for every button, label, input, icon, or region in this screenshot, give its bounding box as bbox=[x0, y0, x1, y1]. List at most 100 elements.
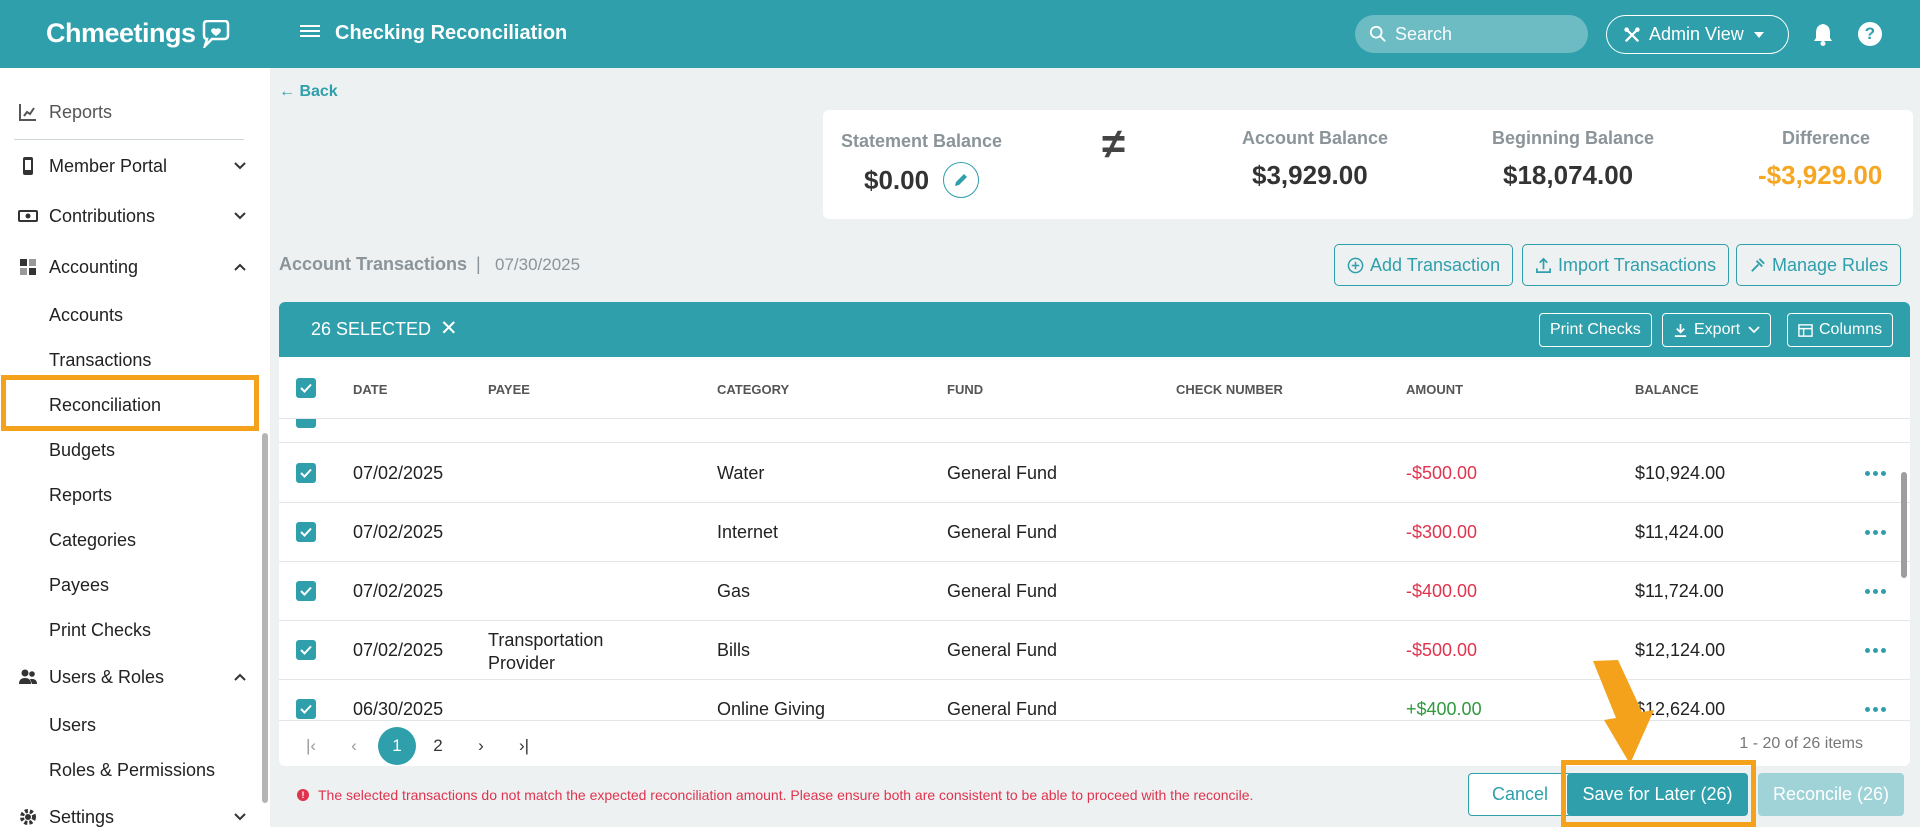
row-checkbox[interactable] bbox=[296, 522, 316, 542]
sidebar-item-print-checks[interactable]: Print Checks bbox=[0, 610, 260, 650]
logo-text: Chmeetings bbox=[46, 18, 196, 48]
table-row[interactable]: 07/02/2025 Gas General Fund -$400.00 $11… bbox=[279, 562, 1910, 621]
page-button-1[interactable]: 1 bbox=[378, 727, 416, 765]
cash-icon bbox=[18, 210, 38, 222]
clear-selection-icon[interactable]: ✕ bbox=[440, 316, 458, 341]
columns-button[interactable]: Columns bbox=[1787, 313, 1894, 347]
manage-rules-button[interactable]: Manage Rules bbox=[1736, 244, 1902, 286]
cell-balance: $11,424.00 bbox=[1635, 522, 1724, 542]
row-checkbox[interactable] bbox=[296, 581, 316, 601]
col-date[interactable]: DATE bbox=[353, 382, 387, 397]
row-checkbox[interactable] bbox=[296, 463, 316, 483]
last-page-icon[interactable]: ›| bbox=[505, 727, 543, 765]
table-scrollbar[interactable] bbox=[1901, 472, 1907, 578]
print-checks-button[interactable]: Print Checks bbox=[1539, 313, 1652, 347]
admin-view-dropdown[interactable]: Admin View bbox=[1606, 15, 1789, 54]
row-actions-icon[interactable] bbox=[1865, 530, 1887, 536]
row-actions-icon[interactable] bbox=[1865, 471, 1887, 477]
sidebar-item-reports[interactable]: Reports bbox=[0, 92, 260, 132]
sidebar-item-roles-permissions[interactable]: Roles & Permissions bbox=[0, 750, 260, 790]
cell-category: Gas bbox=[717, 581, 751, 601]
col-check-number[interactable]: CHECK NUMBER bbox=[1176, 382, 1283, 397]
col-payee[interactable]: PAYEE bbox=[488, 382, 530, 397]
sidebar-item-label: Reports bbox=[49, 101, 113, 122]
columns-icon bbox=[1798, 323, 1813, 337]
sidebar-item-member-portal[interactable]: Member Portal bbox=[0, 146, 260, 186]
search-input[interactable] bbox=[1395, 23, 1575, 45]
search-box[interactable] bbox=[1355, 15, 1588, 53]
cell-category: Internet bbox=[717, 522, 779, 542]
sidebar-item-transactions[interactable]: Transactions bbox=[0, 340, 260, 380]
add-transaction-button[interactable]: Add Transaction bbox=[1334, 244, 1514, 286]
row-checkbox[interactable] bbox=[296, 699, 316, 719]
selected-count: 26 SELECTED bbox=[311, 319, 432, 339]
account-balance-value: $3,929.00 bbox=[1252, 160, 1368, 190]
sidebar-item-payees[interactable]: Payees bbox=[0, 565, 260, 605]
cell-amount: -$500.00 bbox=[1406, 640, 1478, 660]
sidebar-item-accounting[interactable]: Accounting bbox=[0, 247, 260, 287]
reconcile-button[interactable]: Reconcile (26) bbox=[1758, 773, 1904, 816]
admin-view-label: Admin View bbox=[1649, 24, 1744, 44]
sidebar-item-users[interactable]: Users bbox=[0, 705, 260, 745]
prev-page-icon[interactable]: ‹ bbox=[335, 727, 373, 765]
col-balance[interactable]: BALANCE bbox=[1635, 382, 1699, 397]
sidebar-item-reports-sub[interactable]: Reports bbox=[0, 475, 260, 515]
speech-bubble-icon bbox=[202, 19, 229, 48]
page-range-info: 1 - 20 of 26 items bbox=[1739, 735, 1863, 752]
save-for-later-button[interactable]: Save for Later (26) bbox=[1567, 773, 1748, 816]
rules-icon bbox=[1751, 257, 1765, 272]
divider bbox=[14, 139, 244, 140]
sidebar-item-label: Contributions bbox=[49, 205, 156, 226]
check-icon bbox=[300, 468, 312, 478]
first-page-icon[interactable]: |‹ bbox=[292, 727, 330, 765]
select-all-checkbox[interactable] bbox=[296, 378, 316, 398]
row-checkbox[interactable] bbox=[296, 419, 316, 428]
help-icon[interactable]: ? bbox=[1858, 22, 1882, 46]
edit-statement-button[interactable] bbox=[943, 162, 979, 198]
chevron-up-icon bbox=[234, 673, 246, 681]
sidebar-item-label: Print Checks bbox=[49, 619, 152, 640]
col-category[interactable]: CATEGORY bbox=[717, 382, 789, 397]
row-checkbox[interactable] bbox=[296, 640, 316, 660]
col-amount[interactable]: AMOUNT bbox=[1406, 382, 1463, 397]
check-icon bbox=[300, 527, 312, 537]
cell-fund: General Fund bbox=[947, 463, 1058, 483]
error-icon: ! bbox=[297, 789, 309, 801]
balance-summary bbox=[823, 110, 1913, 219]
cancel-button[interactable]: Cancel bbox=[1468, 773, 1572, 816]
row-actions-icon[interactable] bbox=[1865, 589, 1887, 595]
sidebar: Reports Member Portal Contributions Acco… bbox=[0, 68, 270, 827]
sidebar-item-categories[interactable]: Categories bbox=[0, 520, 260, 560]
logo[interactable]: Chmeetings bbox=[46, 18, 230, 49]
check-icon bbox=[300, 704, 312, 714]
sidebar-scrollbar[interactable] bbox=[262, 433, 268, 803]
table-row[interactable]: 07/02/2025 Internet General Fund -$300.0… bbox=[279, 503, 1910, 562]
sidebar-item-accounts[interactable]: Accounts bbox=[0, 295, 260, 335]
page-button-2[interactable]: 2 bbox=[419, 727, 457, 765]
table-row-partial[interactable] bbox=[279, 419, 1910, 443]
plus-circle-icon bbox=[1347, 257, 1364, 273]
back-link[interactable]: ← Back bbox=[279, 83, 338, 101]
col-fund[interactable]: FUND bbox=[947, 382, 983, 397]
beginning-balance-value: $18,074.00 bbox=[1503, 160, 1634, 190]
cell-fund: General Fund bbox=[947, 522, 1058, 542]
export-dropdown[interactable]: Export bbox=[1662, 313, 1772, 347]
sidebar-item-label: Categories bbox=[49, 529, 137, 550]
check-icon bbox=[300, 383, 312, 393]
sidebar-item-budgets[interactable]: Budgets bbox=[0, 430, 260, 470]
next-page-icon[interactable]: › bbox=[462, 727, 500, 765]
import-transactions-button[interactable]: Import Transactions bbox=[1522, 244, 1730, 286]
section-date: 07/30/2025 bbox=[495, 255, 581, 274]
hamburger-menu-icon[interactable] bbox=[300, 22, 320, 42]
mobile-icon bbox=[23, 157, 33, 175]
bell-icon[interactable] bbox=[1812, 22, 1834, 46]
row-actions-icon[interactable] bbox=[1865, 707, 1887, 713]
sidebar-item-settings[interactable]: Settings bbox=[0, 797, 260, 827]
table-row[interactable]: 07/02/2025 Water General Fund -$500.00 $… bbox=[279, 444, 1910, 503]
sidebar-item-users-roles[interactable]: Users & Roles bbox=[0, 657, 260, 697]
sidebar-item-label: Roles & Permissions bbox=[49, 759, 216, 780]
not-equal-icon: ≠ bbox=[1102, 120, 1126, 167]
search-icon bbox=[1369, 25, 1386, 42]
row-actions-icon[interactable] bbox=[1865, 648, 1887, 654]
sidebar-item-contributions[interactable]: Contributions bbox=[0, 196, 260, 236]
